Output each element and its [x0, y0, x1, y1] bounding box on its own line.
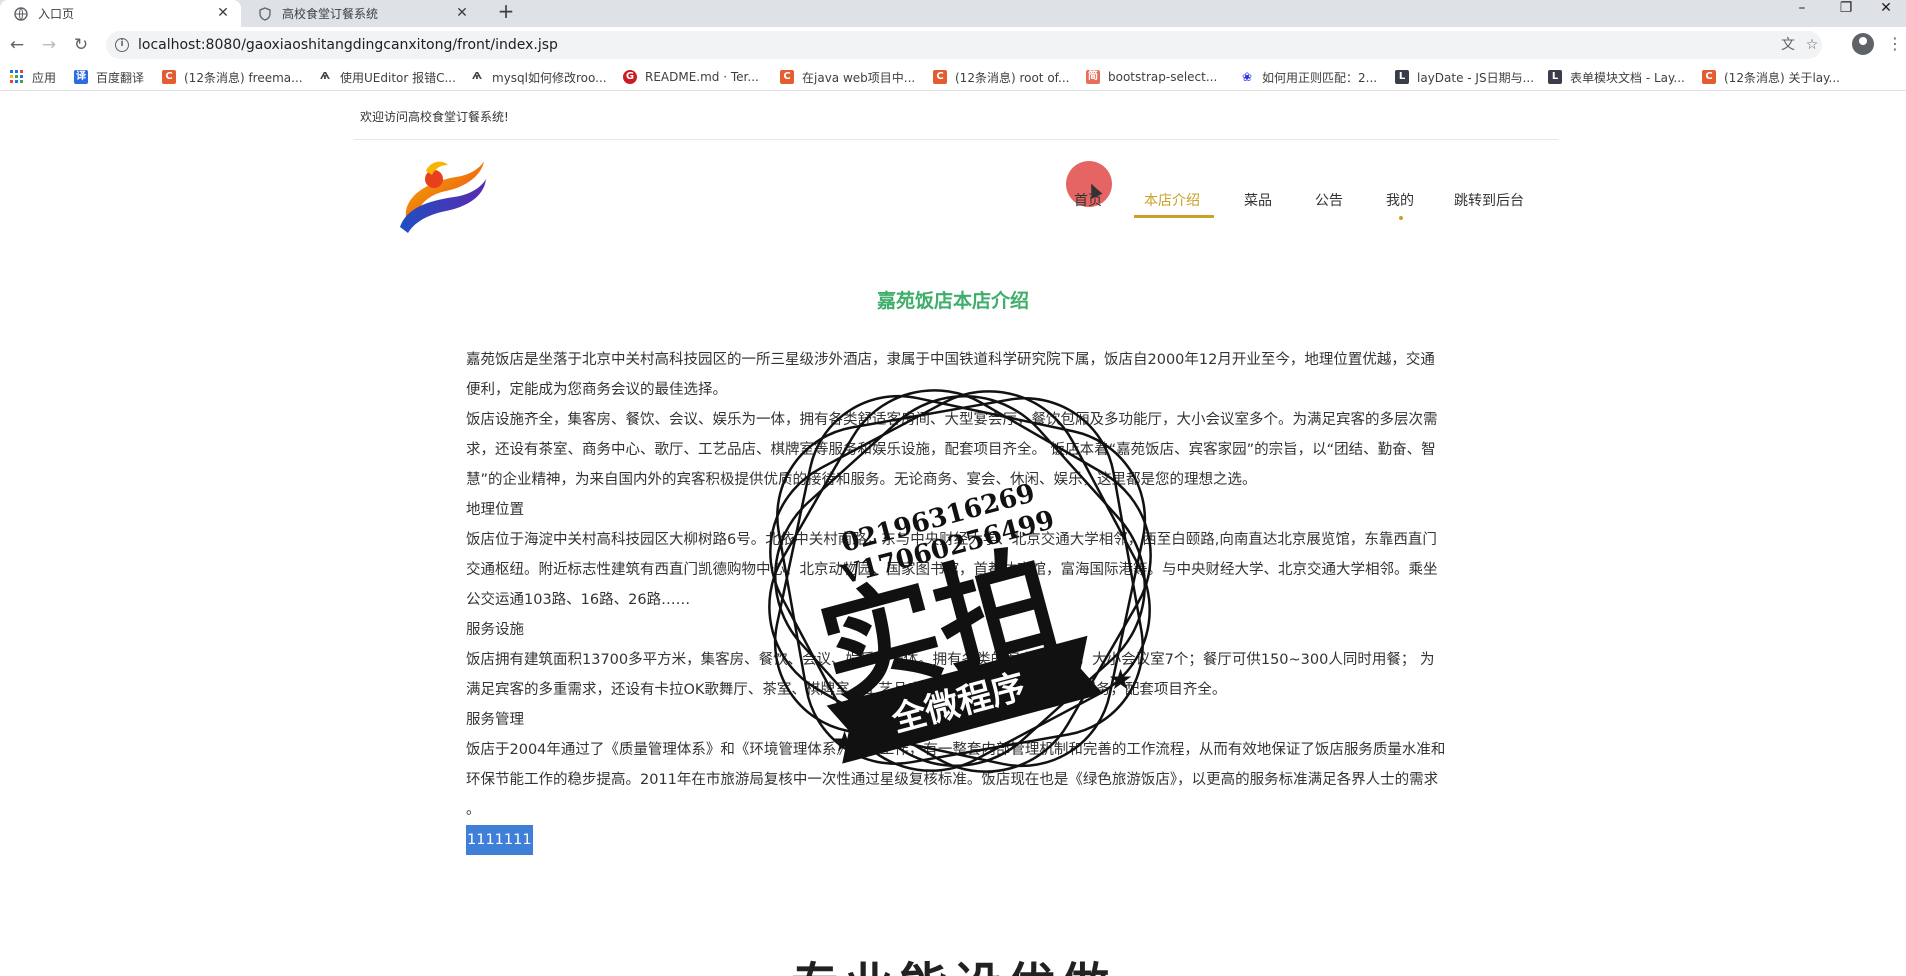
site-logo[interactable] [396, 157, 488, 233]
bookmark-label: 表单模块文档 - Lay... [1570, 70, 1685, 85]
forward-icon[interactable]: → [40, 36, 58, 54]
restore-icon[interactable]: ❐ [1826, 0, 1866, 18]
header-divider [354, 139, 1558, 140]
nav-admin[interactable]: 跳转到后台 [1454, 190, 1524, 210]
tab-title: 高校食堂订餐系统 [282, 7, 379, 21]
bookmark-label: 百度翻译 [96, 70, 145, 85]
shield-icon [258, 6, 272, 21]
translate-page-icon[interactable]: 文 [1780, 37, 1796, 53]
bookmark-label: mysql如何修改roo... [492, 70, 607, 85]
address-bar[interactable]: i localhost:8080/gaoxiaoshitangdingcanxi… [106, 31, 1822, 59]
bookmark-laydate[interactable]: L layDate - JS日期与... [1395, 63, 1534, 91]
csdn-icon: C [933, 70, 947, 84]
tab-entry[interactable]: 入口页 ✕ [0, 0, 241, 27]
layui-icon: L [1548, 70, 1562, 84]
welcome-text: 欢迎访问高校食堂订餐系统! [360, 110, 509, 124]
selected-text[interactable]: 1111111 [466, 825, 533, 855]
bookmark-apps[interactable]: 应用 [10, 63, 56, 91]
csdn-icon: C [1702, 70, 1716, 84]
gitee-icon: G [623, 70, 637, 84]
bookmarks-bar: 应用 译 百度翻译 C (12条消息) freema... Ѧ 使用UEdito… [0, 63, 1906, 91]
nav-dishes[interactable]: 菜品 [1244, 190, 1272, 210]
bookmark-layui-form[interactable]: L 表单模块文档 - Lay... [1548, 63, 1685, 91]
bookmark-label: (12条消息) 关于lay... [1724, 70, 1840, 85]
url-text[interactable]: localhost:8080/gaoxiaoshitangdingcanxito… [138, 31, 558, 59]
nav-mine[interactable]: 我的 [1386, 190, 1414, 210]
watermark-stamp: 02196316269 V17060256499 实拍 全微程序 ★ ★ [740, 371, 1180, 791]
bookmark-label: bootstrap-select... [1108, 70, 1218, 84]
wolf-icon: Ѧ [472, 71, 482, 82]
bookmark-label: 在java web项目中... [802, 70, 916, 85]
bookmark-label: README.md · Ter... [645, 70, 759, 84]
nav-active-underline [1134, 215, 1214, 218]
bookmark-csdn-freemarker[interactable]: C (12条消息) freema... [162, 63, 303, 91]
new-tab-icon[interactable]: + [494, 0, 518, 24]
bookmark-csdn-root[interactable]: C (12条消息) root of... [933, 63, 1069, 91]
bookmark-regex[interactable]: ❀ 如何用正则匹配：2... [1240, 63, 1377, 91]
bookmark-bootstrap-select[interactable]: 简 bootstrap-select... [1086, 63, 1217, 91]
close-tab-icon[interactable]: ✕ [215, 5, 231, 21]
minimize-icon[interactable]: – [1782, 0, 1822, 18]
bookmark-java-web[interactable]: C 在java web项目中... [780, 63, 915, 91]
back-icon[interactable]: ← [8, 36, 26, 54]
nav-announcements[interactable]: 公告 [1315, 190, 1343, 210]
close-tab-icon[interactable]: ✕ [454, 5, 470, 21]
tab-canteen-system[interactable]: 高校食堂订餐系统 ✕ [244, 0, 480, 27]
star-icon: ★ [1108, 663, 1133, 696]
intro-title: 嘉苑饭店本店介绍 [876, 290, 1029, 312]
bookmark-label: (12条消息) freema... [184, 70, 303, 85]
wolf-icon: Ѧ [320, 71, 330, 82]
browser-toolbar: ← → ↻ i localhost:8080/gaoxiaoshitangdin… [0, 27, 1906, 63]
tab-bar: 入口页 ✕ 高校食堂订餐系统 ✕ + – ❐ ✕ [0, 0, 1906, 27]
bookmark-ueditor[interactable]: Ѧ 使用UEditor 报错C... [318, 63, 456, 91]
translate-icon: 译 [74, 70, 88, 84]
site-info-icon[interactable]: i [115, 38, 129, 52]
globe-icon [14, 6, 28, 21]
page-viewport: 欢迎访问高校食堂订餐系统! 首页 本店介绍 菜品 公告 我的 跳转到后台 嘉苑饭… [0, 91, 1906, 976]
bookmark-mysql[interactable]: Ѧ mysql如何修改roo... [470, 63, 607, 91]
bookmark-label: 使用UEditor 报错C... [340, 70, 456, 85]
apps-grid-icon [10, 70, 24, 84]
layui-icon: L [1395, 70, 1409, 84]
reload-icon[interactable]: ↻ [72, 36, 90, 54]
bookmark-label: 应用 [32, 70, 57, 85]
jianshu-icon: 简 [1086, 70, 1100, 84]
profile-avatar-icon[interactable] [1852, 33, 1874, 55]
csdn-icon: C [780, 70, 794, 84]
star-icon: ★ [832, 725, 857, 758]
bookmark-gitee-readme[interactable]: G README.md · Ter... [623, 63, 759, 91]
baidu-paw-icon: ❀ [1241, 70, 1253, 84]
nav-indicator-dot [1399, 216, 1403, 220]
csdn-icon: C [162, 70, 176, 84]
section-heading-large: 专业能设优做 [0, 946, 1906, 976]
bookmark-csdn-layui[interactable]: C (12条消息) 关于lay... [1702, 63, 1840, 91]
bookmark-label: layDate - JS日期与... [1417, 70, 1535, 85]
close-window-icon[interactable]: ✕ [1866, 0, 1906, 18]
nav-about[interactable]: 本店介绍 [1144, 190, 1200, 210]
bookmark-label: (12条消息) root of... [955, 70, 1070, 85]
tab-title: 入口页 [38, 7, 75, 21]
bookmark-star-icon[interactable]: ☆ [1804, 37, 1820, 53]
browser-menu-icon[interactable]: ⋮ [1887, 34, 1903, 54]
bookmark-baidu-translate[interactable]: 译 百度翻译 [74, 63, 144, 91]
bookmark-label: 如何用正则匹配：2... [1262, 70, 1378, 85]
